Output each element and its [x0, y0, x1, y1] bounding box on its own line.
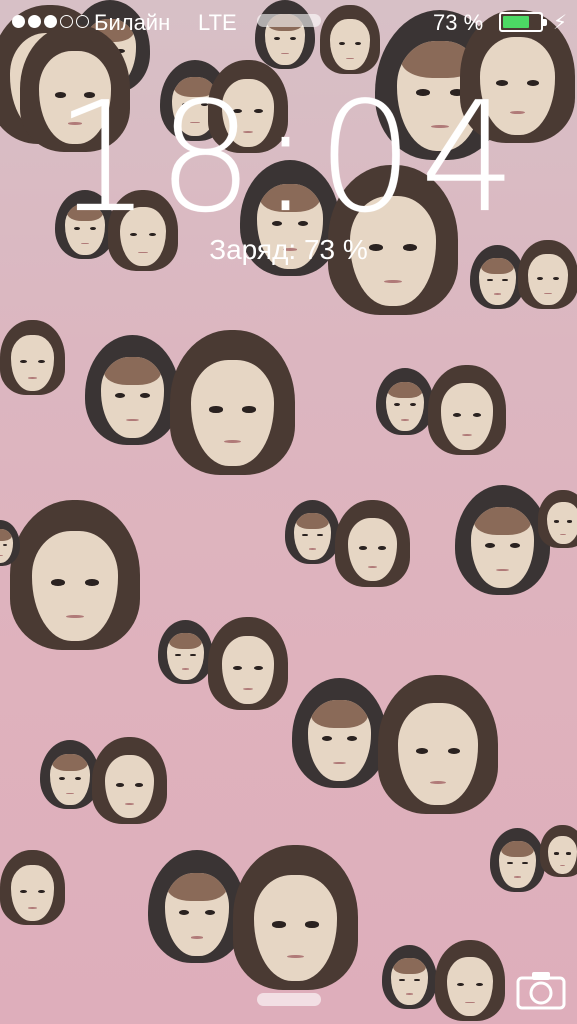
lock-screen-time: 18:04: [54, 69, 523, 246]
carrier-name: Билайн: [94, 10, 171, 35]
wallpaper-face: [382, 945, 437, 1010]
wallpaper-face: [158, 620, 213, 685]
wallpaper-face: [40, 740, 100, 811]
wallpaper-face: [538, 490, 577, 549]
wallpaper-face: [10, 500, 140, 653]
wallpaper-face: [148, 850, 246, 966]
control-center-grabber[interactable]: [257, 993, 321, 1006]
wallpaper-face: [292, 678, 387, 790]
wallpaper-face: [0, 320, 65, 397]
wallpaper-face: [335, 500, 410, 589]
wallpaper-face: [435, 940, 505, 1023]
wallpaper-face: [85, 335, 180, 447]
signal-dot: [60, 15, 73, 28]
wallpaper-face: [540, 825, 577, 878]
wallpaper-face: [455, 485, 550, 597]
camera-icon[interactable]: [516, 970, 566, 1010]
wallpaper-face: [285, 500, 340, 565]
battery-icon: [499, 12, 547, 32]
notification-center-grabber[interactable]: [257, 14, 321, 27]
wallpaper-face: [428, 365, 506, 457]
wallpaper-face: [233, 845, 358, 993]
battery-fill: [503, 16, 530, 28]
signal-dot: [76, 15, 89, 28]
signal-strength-indicator: [12, 15, 89, 28]
wallpaper-face: [0, 520, 20, 567]
wallpaper-face: [170, 330, 295, 478]
charge-status: Заряд: 73 %: [209, 234, 368, 265]
network-type: LTE: [198, 10, 237, 35]
battery-percentage: 73 %: [433, 10, 484, 35]
battery-nub: [543, 19, 547, 26]
signal-dot: [44, 15, 57, 28]
wallpaper-face: [0, 850, 65, 927]
signal-dot: [28, 15, 41, 28]
wallpaper-face: [92, 737, 167, 826]
bolt-icon: ⚡︎: [553, 12, 568, 34]
wallpaper-face: [378, 675, 498, 817]
lock-screen: Билайн LTE 73 % ⚡︎ 18:04 Заряд: 73 %: [0, 0, 577, 1024]
signal-dot: [12, 15, 25, 28]
wallpaper-face: [490, 828, 545, 893]
wallpaper-face: [376, 368, 434, 436]
wallpaper-face: [208, 617, 288, 711]
